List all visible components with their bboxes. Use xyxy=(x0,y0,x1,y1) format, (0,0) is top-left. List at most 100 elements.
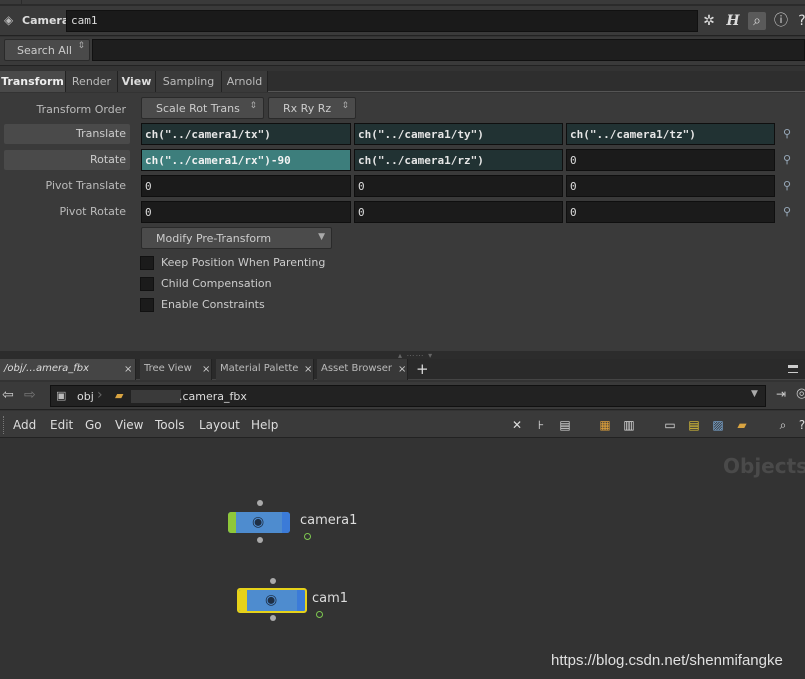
menu-help[interactable]: Help xyxy=(251,418,278,432)
gear-icon[interactable]: ✲ xyxy=(700,12,718,30)
rotate-order-value: Rx Ry Rz xyxy=(283,102,332,115)
display-flag[interactable] xyxy=(282,512,290,533)
pivot-rotate-x-field[interactable]: 0 xyxy=(141,201,351,223)
close-icon[interactable]: × xyxy=(304,364,312,375)
tools-icon[interactable]: ✕ xyxy=(509,417,525,433)
channel-link-icon[interactable]: ⚲ xyxy=(780,153,794,167)
tab-sampling-label: Sampling xyxy=(162,75,215,88)
path-node[interactable]: .camera_fbx xyxy=(179,390,247,403)
output-connector[interactable] xyxy=(270,615,276,621)
pivot-translate-z-field[interactable]: 0 xyxy=(566,175,775,197)
sticky-note-icon[interactable]: ▤ xyxy=(686,417,702,433)
node-label[interactable]: cam1 xyxy=(312,591,348,606)
tab-transform[interactable]: Transform xyxy=(0,71,66,92)
child-compensation-checkbox[interactable] xyxy=(140,277,154,291)
chevron-down-icon[interactable]: ▼ xyxy=(751,389,758,399)
forward-icon[interactable]: ⇨ xyxy=(24,387,36,403)
node-camera1[interactable]: ◉ camera1 xyxy=(228,500,368,544)
translate-z-field[interactable]: ch("../camera1/tz") xyxy=(566,123,775,145)
help-icon[interactable]: ? xyxy=(793,12,805,30)
node-name-field[interactable]: cam1 xyxy=(66,10,698,32)
bypass-flag[interactable] xyxy=(228,512,236,533)
tab-render[interactable]: Render xyxy=(66,71,118,92)
pivot-translate-y-field[interactable]: 0 xyxy=(354,175,563,197)
help-icon[interactable]: ? xyxy=(794,417,805,433)
pin-icon[interactable]: ⇥ xyxy=(776,387,786,401)
channel-link-icon[interactable]: ⚲ xyxy=(780,205,794,219)
network-menubar: Add Edit Go View Tools Layout Help ✕ ⊦ ▤… xyxy=(0,411,805,438)
display-flag[interactable] xyxy=(297,590,305,611)
pivot-translate-x-field[interactable]: 0 xyxy=(141,175,351,197)
chevron-down-icon: ▼ xyxy=(318,232,325,242)
menu-edit[interactable]: Edit xyxy=(50,418,73,432)
menu-layout[interactable]: Layout xyxy=(199,418,240,432)
close-icon[interactable]: × xyxy=(202,364,210,375)
search-icon[interactable]: ⌕ xyxy=(748,12,766,30)
rotate-order-menu[interactable]: Rx Ry Rz ⇕ xyxy=(268,97,356,119)
pivot-rotate-z-field[interactable]: 0 xyxy=(566,201,775,223)
display-options-icon[interactable]: ▭ xyxy=(662,417,678,433)
help-h-icon[interactable]: H xyxy=(724,12,742,30)
tab-material-palette[interactable]: Material Palette × xyxy=(216,359,314,380)
channel-link-icon[interactable]: ⚲ xyxy=(780,179,794,193)
node-body[interactable]: ◉ xyxy=(237,588,307,613)
path-field[interactable]: ▣ obj › ▰ .camera_fbx ▼ xyxy=(50,385,766,407)
input-connector[interactable] xyxy=(257,500,263,506)
tab-network[interactable]: /obj/…amera_fbx × xyxy=(0,359,136,380)
close-icon[interactable]: × xyxy=(398,364,406,375)
menu-add[interactable]: Add xyxy=(13,418,36,432)
node-body[interactable]: ◉ xyxy=(228,512,290,533)
menu-tools[interactable]: Tools xyxy=(155,418,185,432)
rotate-y-field[interactable]: ch("../camera1/rz") xyxy=(354,149,563,171)
tab-view[interactable]: View xyxy=(118,71,156,92)
rotate-x-field[interactable]: ch("../camera1/rx")-90 xyxy=(141,149,351,171)
tab-arnold[interactable]: Arnold xyxy=(222,71,268,92)
search-input[interactable] xyxy=(92,39,805,61)
close-icon[interactable]: × xyxy=(124,364,132,375)
list-icon[interactable]: ▤ xyxy=(557,417,573,433)
node-cam1[interactable]: ◉ cam1 xyxy=(237,578,357,622)
search-icon[interactable]: ⌕ xyxy=(775,417,791,433)
grid-icon[interactable]: ▥ xyxy=(621,417,637,433)
info-icon[interactable]: ⓘ xyxy=(772,12,790,30)
link-icon[interactable]: ◎ xyxy=(796,386,805,401)
node-label[interactable]: camera1 xyxy=(300,513,357,528)
rotate-z-field[interactable]: 0 xyxy=(566,149,775,171)
translate-y-field[interactable]: ch("../camera1/ty") xyxy=(354,123,563,145)
search-all-button[interactable]: Search All ⇕ xyxy=(4,39,90,61)
parameter-header: ◈ Camera cam1 ✲ H ⌕ ⓘ ? xyxy=(0,6,805,36)
bypass-flag[interactable] xyxy=(239,590,247,611)
back-icon[interactable]: ⇦ xyxy=(2,387,14,403)
translate-x-field[interactable]: ch("../camera1/tx") xyxy=(141,123,351,145)
tab-asset-browser[interactable]: Asset Browser × xyxy=(317,359,408,380)
modify-pre-transform-menu[interactable]: Modify Pre-Transform ▼ xyxy=(141,227,332,249)
tab-tree-view[interactable]: Tree View × xyxy=(140,359,212,380)
image-icon[interactable]: ▨ xyxy=(710,417,726,433)
search-row: Search All ⇕ xyxy=(0,37,805,66)
updown-icon: ⇕ xyxy=(249,101,257,111)
network-canvas[interactable]: Objects ◉ camera1 ◉ cam1 https://blog.cs… xyxy=(0,438,805,679)
camera-icon: ◉ xyxy=(252,514,265,530)
pane-separator[interactable]: ▴ ⋯⋯ ▾ xyxy=(0,351,805,360)
maximize-icon[interactable] xyxy=(788,365,798,373)
color-palette-icon[interactable]: ▦ xyxy=(597,417,613,433)
keep-position-checkbox[interactable] xyxy=(140,256,154,270)
camera-icon[interactable]: ◈ xyxy=(4,13,13,27)
asset-icon[interactable]: ▰ xyxy=(734,417,750,433)
tab-view-label: View xyxy=(121,75,152,88)
translate-label: Translate xyxy=(4,124,130,144)
enable-constraints-checkbox[interactable] xyxy=(140,298,154,312)
add-tab-icon[interactable]: + xyxy=(416,360,429,378)
input-connector[interactable] xyxy=(270,578,276,584)
pivot-rotate-y-field[interactable]: 0 xyxy=(354,201,563,223)
tab-sampling[interactable]: Sampling xyxy=(156,71,222,92)
path-bar: ⇦ ⇨ ▣ obj › ▰ .camera_fbx ▼ ⇥ ◎ xyxy=(0,382,805,410)
channel-link-icon[interactable]: ⚲ xyxy=(780,127,794,141)
menu-view[interactable]: View xyxy=(115,418,143,432)
transform-order-menu[interactable]: Scale Rot Trans ⇕ xyxy=(141,97,264,119)
menu-go[interactable]: Go xyxy=(85,418,102,432)
keep-position-label: Keep Position When Parenting xyxy=(161,256,326,269)
tree-icon[interactable]: ⊦ xyxy=(533,417,549,433)
output-connector[interactable] xyxy=(257,537,263,543)
path-root[interactable]: obj xyxy=(77,390,94,403)
